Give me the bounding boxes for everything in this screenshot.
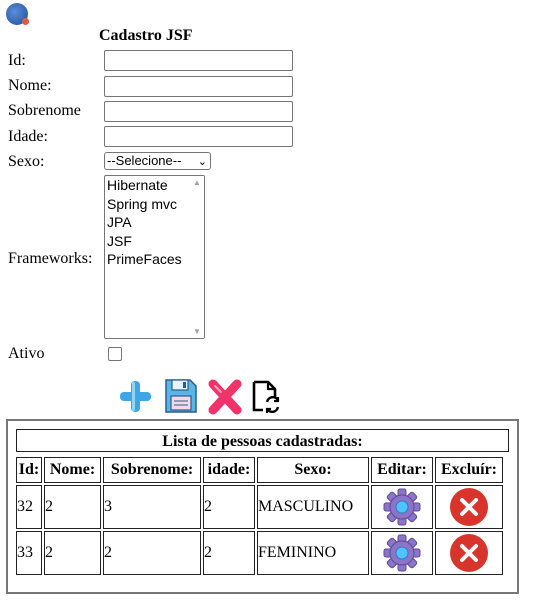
chevron-down-icon: ⌄ (197, 156, 207, 168)
scroll-up-icon[interactable]: ▲ (193, 178, 201, 187)
cell-idade: 2 (203, 485, 255, 529)
cell-edit (371, 485, 433, 529)
gear-icon[interactable] (382, 533, 422, 573)
delete-circle-icon[interactable] (449, 487, 489, 527)
delete-circle-icon[interactable] (449, 533, 489, 573)
frameworks-listbox[interactable]: Hibernate Spring mvc JPA JSF PrimeFaces … (104, 175, 205, 339)
header-sexo: Sexo: (257, 457, 369, 483)
delete-icon[interactable] (207, 376, 243, 416)
app-logo-icon (6, 3, 29, 25)
cell-delete (435, 485, 503, 529)
cell-sobrenome: 2 (103, 531, 201, 575)
label-idade: Idade: (8, 128, 48, 145)
label-nome: Nome: (8, 77, 52, 94)
cell-nome: 2 (44, 485, 101, 529)
page-title: Cadastro JSF (99, 27, 193, 44)
table-caption: Lista de pessoas cadastradas: (16, 429, 509, 452)
label-id: Id: (8, 52, 26, 69)
add-icon[interactable] (117, 376, 153, 416)
label-sobrenome: Sobrenome (8, 102, 81, 119)
refresh-document-icon[interactable] (249, 376, 285, 416)
header-idade: idade: (203, 457, 255, 483)
cell-delete (435, 531, 503, 575)
table-row: 33 2 2 2 FEMININO (16, 531, 503, 575)
scroll-down-icon[interactable]: ▼ (193, 327, 201, 336)
cell-nome: 2 (44, 531, 101, 575)
table-row: 32 2 3 2 MASCULINO (16, 485, 503, 529)
cell-sexo: FEMININO (257, 531, 369, 575)
sobrenome-input[interactable] (104, 101, 293, 122)
idade-input[interactable] (104, 126, 293, 147)
persons-table: Id: Nome: Sobrenome: idade: Sexo: Editar… (14, 455, 505, 577)
label-frameworks: Frameworks: (8, 250, 93, 267)
cell-id: 33 (16, 531, 42, 575)
cell-sobrenome: 3 (103, 485, 201, 529)
gear-icon[interactable] (382, 487, 422, 527)
cell-edit (371, 531, 433, 575)
persons-table-panel: Lista de pessoas cadastradas: Id: Nome: … (6, 419, 519, 594)
save-icon[interactable] (163, 376, 199, 416)
cell-sexo: MASCULINO (257, 485, 369, 529)
header-nome: Nome: (44, 457, 101, 483)
label-ativo: Ativo (8, 345, 45, 362)
header-excluir: Excluír: (435, 457, 503, 483)
header-sobrenome: Sobrenome: (103, 457, 201, 483)
nome-input[interactable] (104, 76, 293, 97)
sexo-select[interactable]: --Selecione-- ⌄ (104, 152, 211, 170)
id-input[interactable] (104, 50, 293, 71)
cell-id: 32 (16, 485, 42, 529)
listbox-scrollbar[interactable]: ▲ ▼ (190, 176, 204, 338)
ativo-checkbox[interactable] (108, 347, 122, 361)
table-header-row: Id: Nome: Sobrenome: idade: Sexo: Editar… (16, 457, 503, 483)
sexo-selected-value: --Selecione-- (107, 153, 182, 168)
header-id: Id: (16, 457, 42, 483)
cell-idade: 2 (203, 531, 255, 575)
header-editar: Editar: (371, 457, 433, 483)
label-sexo: Sexo: (8, 153, 45, 170)
